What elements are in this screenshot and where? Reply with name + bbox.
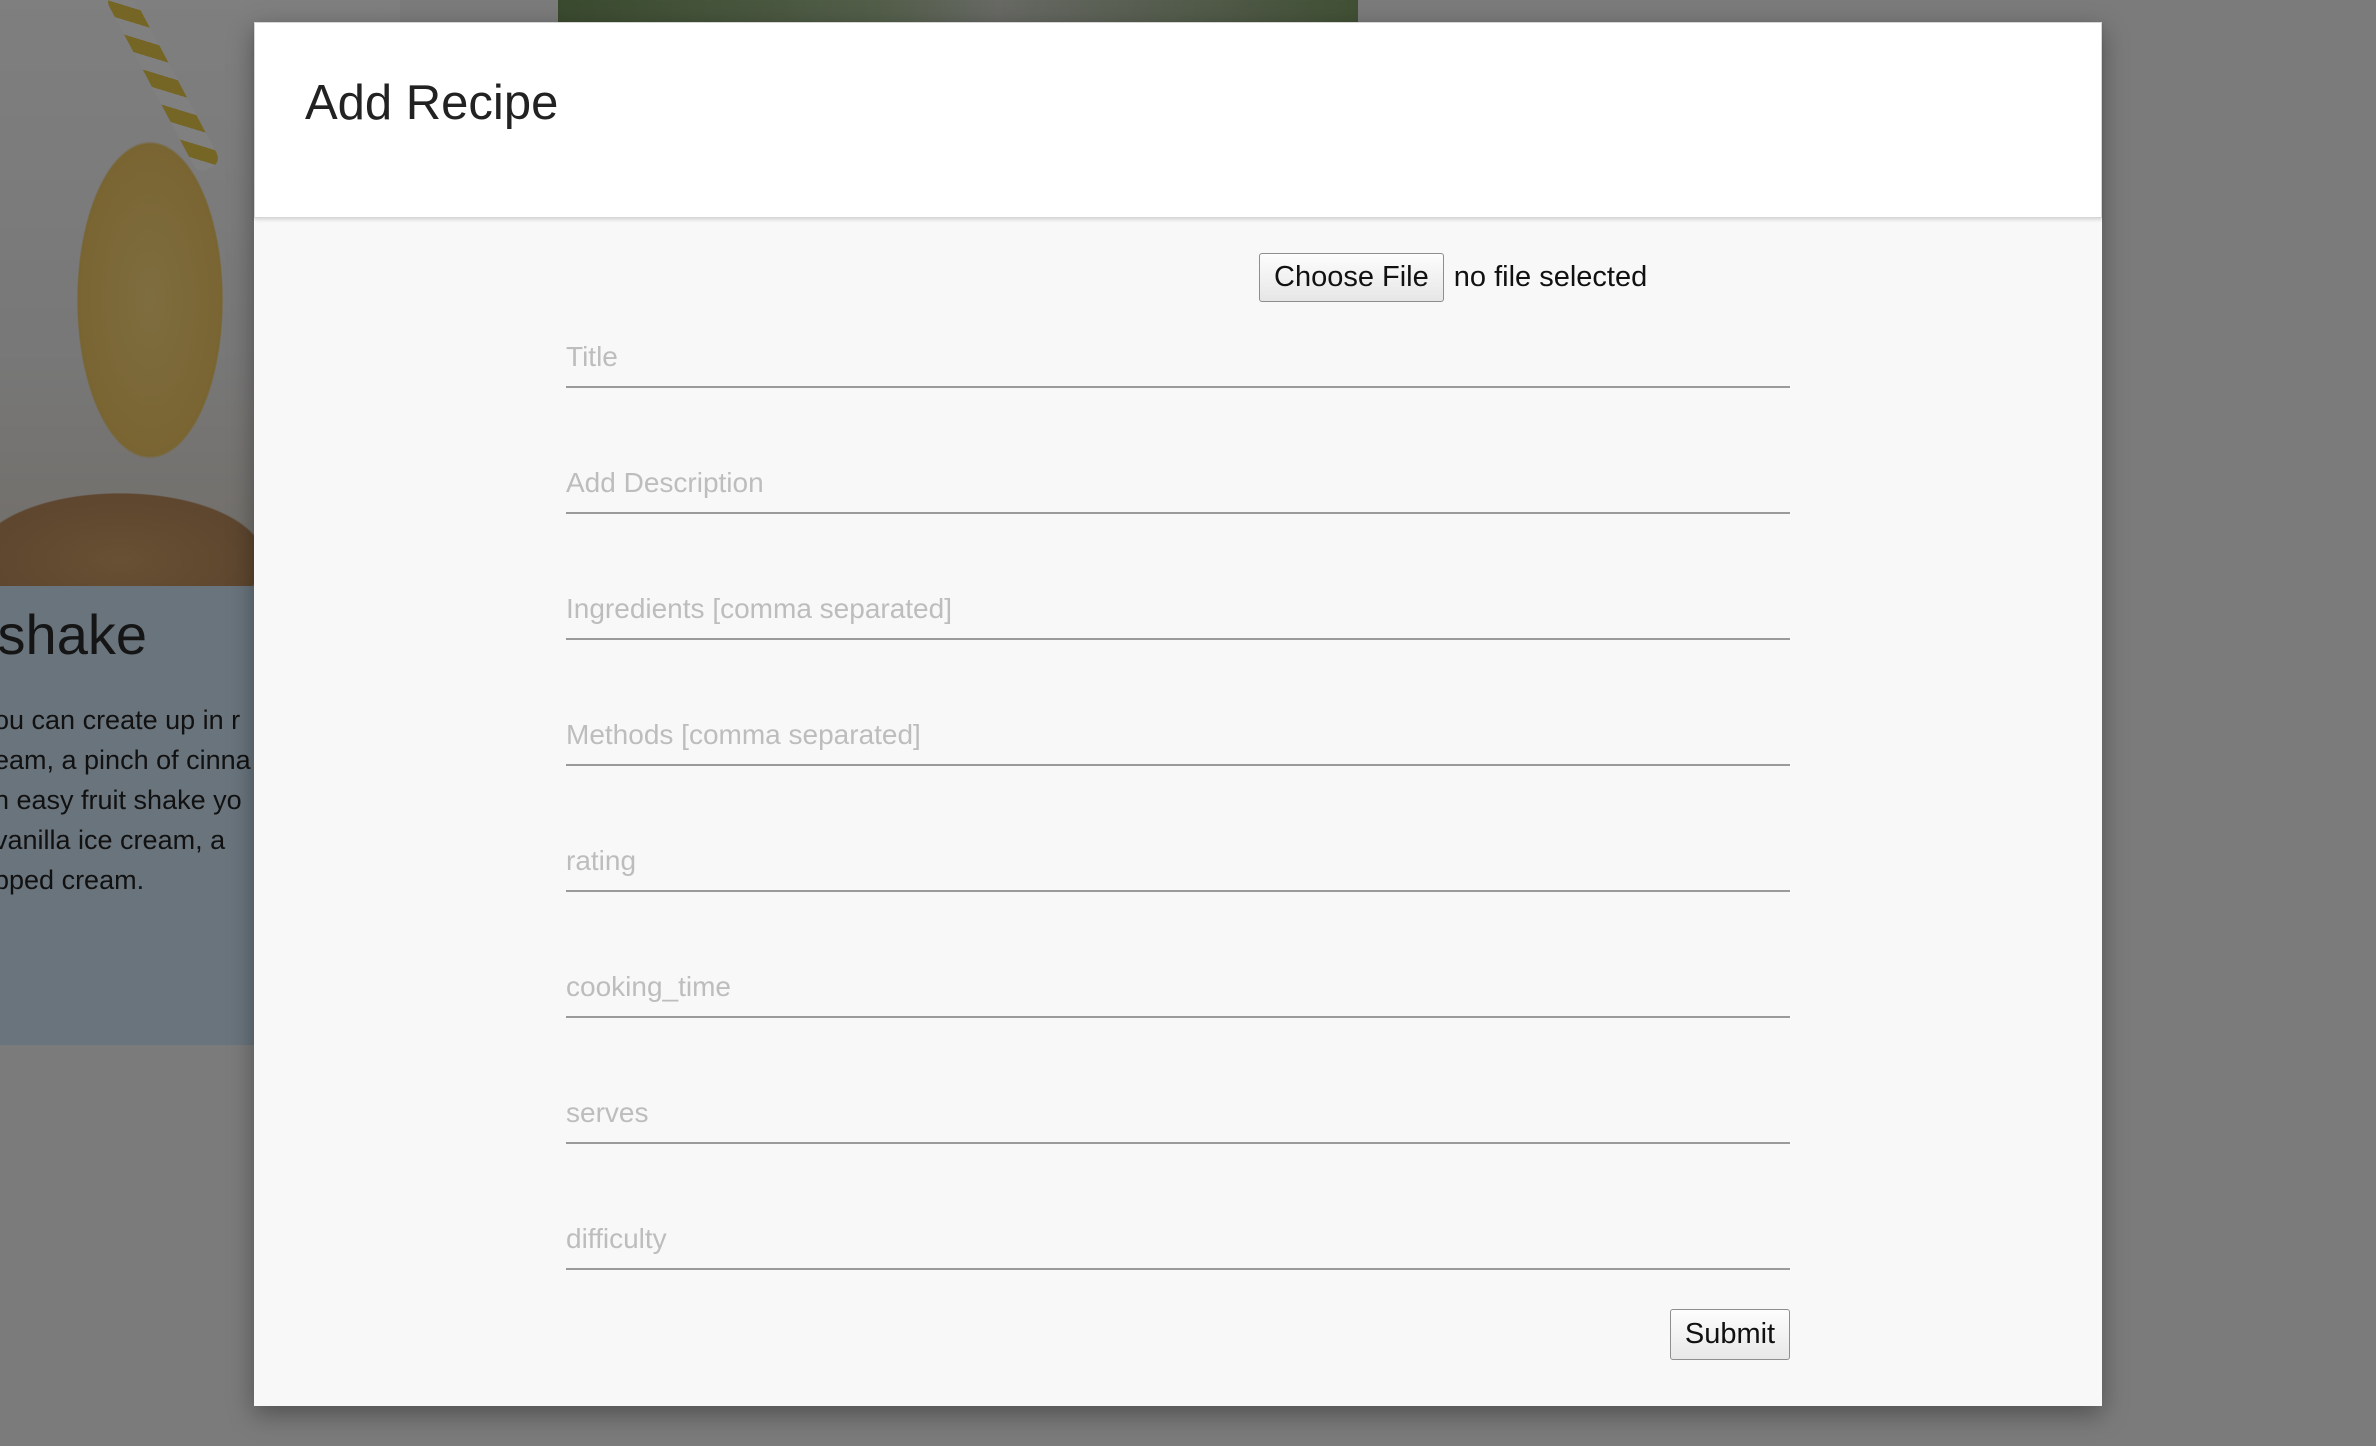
file-status-text: no file selected (1453, 260, 1648, 293)
modal-title: Add Recipe (305, 76, 559, 130)
serves-input[interactable] (566, 1084, 1790, 1144)
cooking-time-input[interactable] (566, 958, 1790, 1018)
rating-input[interactable] (566, 832, 1790, 892)
description-input[interactable] (566, 454, 1790, 514)
modal-header: Add Recipe (254, 22, 2102, 218)
methods-input[interactable] (566, 706, 1790, 766)
title-input[interactable] (566, 328, 1790, 388)
choose-file-button[interactable]: Choose File (1259, 252, 1444, 302)
file-input: Choose File no file selected (1259, 252, 1647, 302)
difficulty-input[interactable] (566, 1210, 1790, 1270)
ingredients-input[interactable] (566, 580, 1790, 640)
submit-button[interactable]: Submit (1670, 1309, 1790, 1360)
add-recipe-modal: Add Recipe Choose File no file selected … (254, 22, 2102, 1406)
